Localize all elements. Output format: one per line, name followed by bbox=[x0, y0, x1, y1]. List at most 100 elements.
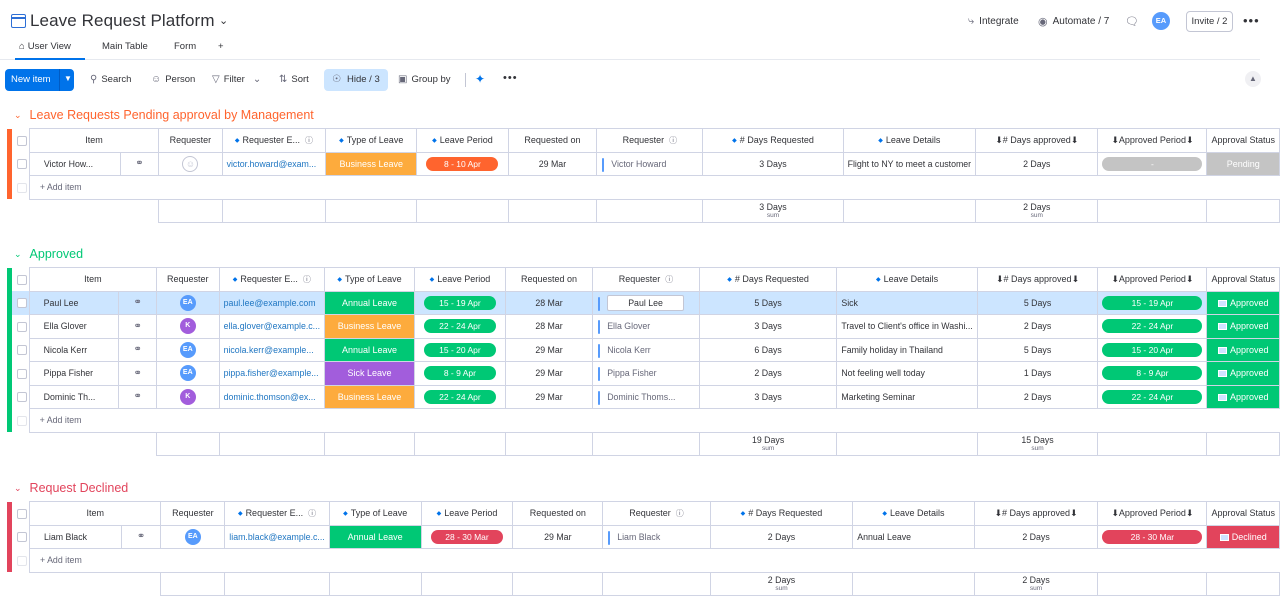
requested-on-cell[interactable]: 29 Mar bbox=[504, 361, 594, 386]
column-header-requester-linked[interactable]: Requester ⓘ bbox=[596, 128, 704, 153]
requester-cell[interactable]: EA bbox=[156, 337, 220, 362]
requester-linked-cell[interactable]: Victor Howard bbox=[596, 151, 704, 176]
requested-on-cell[interactable]: 28 Mar bbox=[504, 290, 594, 315]
column-header-requested-on[interactable]: Requested on bbox=[507, 128, 598, 153]
item-name[interactable]: Victor How... bbox=[28, 151, 121, 176]
leave-details-cell[interactable]: Flight to NY to meet a customer bbox=[842, 151, 977, 176]
column-header-days-requested[interactable]: ◆ # Days Requested bbox=[698, 267, 838, 292]
requester-cell[interactable]: K bbox=[156, 384, 220, 409]
days-approved-cell[interactable]: 2 Days bbox=[976, 384, 1099, 409]
add-update-icon[interactable]: ⚭ bbox=[135, 158, 143, 169]
row-checkbox[interactable] bbox=[17, 392, 28, 403]
column-header-requester-linked[interactable]: Requester ⓘ bbox=[602, 501, 711, 526]
approved-period-cell[interactable]: 15 - 19 Apr bbox=[1097, 290, 1208, 315]
user-avatar[interactable]: EA bbox=[1152, 12, 1170, 30]
info-icon[interactable]: ⓘ bbox=[669, 136, 677, 145]
add-update-icon[interactable]: ⚭ bbox=[134, 368, 142, 379]
row-checkbox[interactable] bbox=[17, 345, 28, 356]
column-header-type-of-leave[interactable]: ◆ Type of Leave bbox=[325, 128, 418, 153]
column-header-leave-period[interactable]: ◆ Leave Period bbox=[420, 501, 514, 526]
row-checkbox[interactable] bbox=[17, 368, 28, 379]
type-of-leave-cell[interactable]: Sick Leave bbox=[324, 361, 416, 386]
tab-user-view[interactable]: ⌂ User View bbox=[15, 41, 85, 60]
info-icon[interactable]: ⓘ bbox=[305, 136, 313, 145]
approval-status-cell[interactable]: Approved bbox=[1206, 384, 1280, 409]
group-title[interactable]: ⌄ Approved bbox=[14, 245, 83, 263]
filter-button[interactable]: ▽ Filter ⌄ bbox=[212, 74, 261, 85]
row-checkbox[interactable] bbox=[17, 182, 28, 193]
add-item-button[interactable]: + Add item bbox=[28, 548, 1280, 573]
requester-cell[interactable]: K bbox=[156, 314, 220, 339]
leave-period-cell[interactable]: 15 - 20 Apr bbox=[414, 337, 506, 362]
leave-details-cell[interactable]: Travel to Client's office in Washi... bbox=[836, 314, 978, 339]
table-row[interactable]: Dominic Th... ⚭ K dominic.thomson@ex... … bbox=[7, 384, 1280, 409]
group-title[interactable]: ⌄ Leave Requests Pending approval by Man… bbox=[14, 106, 314, 124]
item-name[interactable]: Liam Black bbox=[28, 524, 122, 549]
days-approved-cell[interactable]: 1 Days bbox=[976, 361, 1099, 386]
avatar[interactable]: K bbox=[179, 388, 196, 405]
column-header-approval-status[interactable]: Approval Status bbox=[1206, 128, 1280, 153]
column-header-approved-period[interactable]: ⬇Approved Period⬇ bbox=[1097, 128, 1208, 153]
requested-on-cell[interactable]: 29 Mar bbox=[504, 384, 594, 409]
approval-status-cell[interactable]: Approved bbox=[1206, 337, 1280, 362]
days-requested-cell[interactable]: 2 Days bbox=[698, 361, 838, 386]
leave-details-cell[interactable]: Marketing Seminar bbox=[836, 384, 978, 409]
column-header-requester[interactable]: Requester bbox=[158, 128, 223, 153]
column-header-leave-period[interactable]: ◆ Leave Period bbox=[414, 267, 506, 292]
info-icon[interactable]: ⓘ bbox=[665, 275, 673, 284]
column-header-requester[interactable]: Requester bbox=[156, 267, 220, 292]
approval-status-cell[interactable]: Approved bbox=[1206, 361, 1280, 386]
invite-button[interactable]: Invite / 2 bbox=[1186, 11, 1233, 32]
column-header-requester-linked[interactable]: Requester ⓘ bbox=[592, 267, 700, 292]
days-requested-cell[interactable]: 3 Days bbox=[698, 384, 838, 409]
type-of-leave-cell[interactable]: Business Leave bbox=[325, 151, 418, 176]
updates-button[interactable]: 🗨 bbox=[1125, 15, 1139, 28]
requester-cell[interactable]: EA bbox=[156, 290, 220, 315]
column-header-requester-email[interactable]: ◆ Requester E... ⓘ bbox=[221, 128, 327, 153]
row-checkbox[interactable] bbox=[17, 159, 28, 170]
select-all-checkbox[interactable] bbox=[17, 508, 28, 519]
add-item-row[interactable]: + Add item bbox=[7, 548, 1280, 573]
column-header-approved-period[interactable]: ⬇Approved Period⬇ bbox=[1097, 267, 1208, 292]
collapse-header-icon[interactable]: ▲ bbox=[1245, 71, 1261, 87]
column-header-requested-on[interactable]: Requested on bbox=[504, 267, 594, 292]
add-item-row[interactable]: + Add item bbox=[7, 408, 1280, 433]
leave-period-cell[interactable]: 22 - 24 Apr bbox=[414, 384, 506, 409]
add-update-icon[interactable]: ⚭ bbox=[134, 321, 142, 332]
tab-form[interactable]: Form bbox=[174, 41, 196, 52]
requested-on-cell[interactable]: 29 Mar bbox=[507, 151, 598, 176]
approval-status-cell[interactable]: Pending bbox=[1206, 151, 1280, 176]
email-cell[interactable]: liam.black@example.c... bbox=[224, 524, 330, 549]
tab-main-table[interactable]: Main Table bbox=[102, 41, 148, 52]
email-cell[interactable]: nicola.kerr@example... bbox=[218, 337, 326, 362]
add-update-icon[interactable]: ⚭ bbox=[134, 344, 142, 355]
row-checkbox[interactable] bbox=[17, 532, 28, 543]
days-approved-cell[interactable]: 2 Days bbox=[975, 151, 1099, 176]
select-all-checkbox[interactable] bbox=[17, 274, 28, 285]
column-header-leave-details[interactable]: ◆ Leave Details bbox=[836, 267, 978, 292]
board-title[interactable]: Leave Request Platform bbox=[30, 11, 215, 31]
approved-period-cell[interactable]: 22 - 24 Apr bbox=[1097, 384, 1208, 409]
info-icon[interactable]: ⓘ bbox=[308, 509, 316, 518]
leave-details-cell[interactable]: Sick bbox=[836, 290, 978, 315]
days-approved-cell[interactable]: 2 Days bbox=[973, 524, 1099, 549]
days-requested-cell[interactable]: 2 Days bbox=[709, 524, 854, 549]
days-requested-cell[interactable]: 6 Days bbox=[698, 337, 838, 362]
days-requested-cell[interactable]: 3 Days bbox=[702, 151, 844, 176]
requested-on-cell[interactable]: 28 Mar bbox=[504, 314, 594, 339]
avatar[interactable]: EA bbox=[184, 528, 201, 545]
table-row[interactable]: Pippa Fisher ⚭ EA pippa.fisher@example..… bbox=[7, 361, 1280, 386]
email-cell[interactable]: dominic.thomson@ex... bbox=[218, 384, 326, 409]
leave-period-cell[interactable]: 8 - 9 Apr bbox=[414, 361, 506, 386]
column-header-requester-email[interactable]: ◆ Requester E... ⓘ bbox=[218, 267, 326, 292]
column-header-days-approved[interactable]: ⬇# Days approved⬇ bbox=[976, 267, 1099, 292]
integrate-button[interactable]: ⤷ Integrate bbox=[968, 15, 1019, 28]
chevron-down-icon[interactable]: ⌄ bbox=[219, 14, 228, 27]
column-header-days-approved[interactable]: ⬇# Days approved⬇ bbox=[973, 501, 1099, 526]
column-header-days-approved[interactable]: ⬇# Days approved⬇ bbox=[975, 128, 1099, 153]
group-by-button[interactable]: ▣ Group by bbox=[398, 74, 451, 85]
row-checkbox[interactable] bbox=[17, 321, 28, 332]
column-header-requester-email[interactable]: ◆ Requester E... ⓘ bbox=[224, 501, 330, 526]
email-cell[interactable]: victor.howard@exam... bbox=[221, 151, 327, 176]
table-row[interactable]: Paul Lee ⚭ EA paul.lee@example.com Annua… bbox=[7, 290, 1280, 315]
